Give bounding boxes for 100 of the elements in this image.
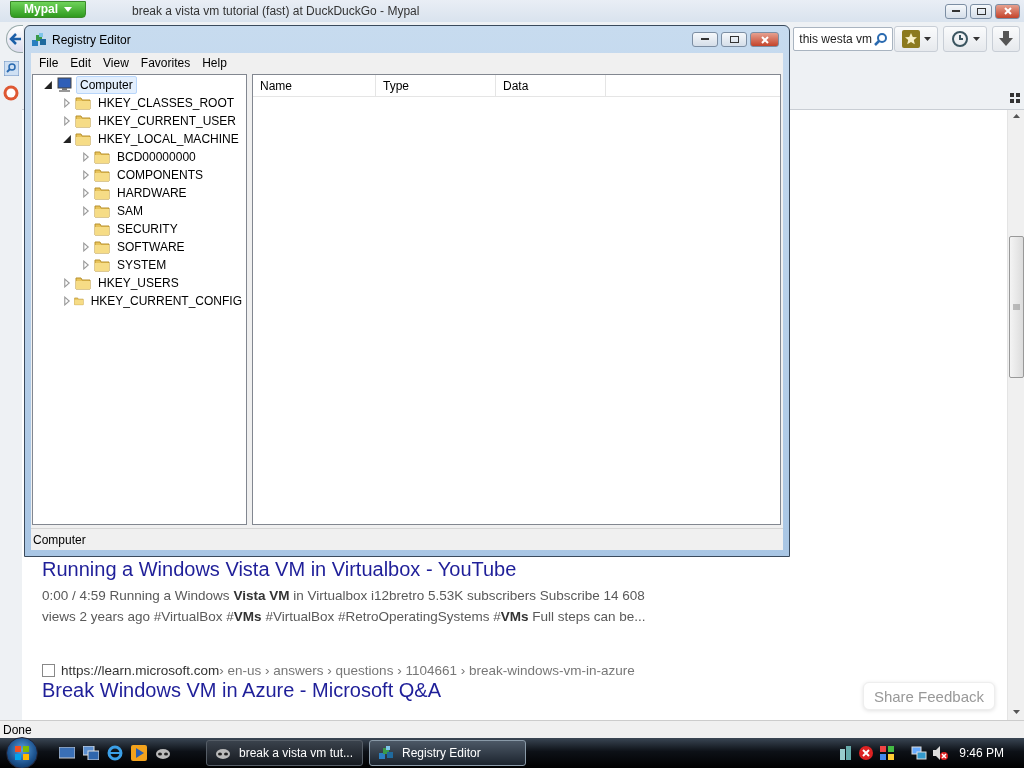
maximize-icon [976,7,986,15]
download-button[interactable] [992,26,1020,52]
taskbar-button[interactable]: break a vista vm tut... [206,740,363,766]
maximize-button[interactable] [721,32,747,47]
window-title: break a vista vm tutorial (fast) at DuckDuckGo - Mypal [132,4,421,18]
folder-icon [75,131,91,147]
minimize-button[interactable] [945,3,967,19]
maximize-icon [729,36,739,43]
tree-item[interactable]: Computer [76,76,137,94]
result-title-link[interactable]: Running a Windows Vista VM in Virtualbox - YouTube [42,557,517,581]
result-url[interactable]: https://learn.microsoft.com [61,663,220,678]
expand-arrow-icon[interactable] [81,242,91,252]
windows-icon[interactable] [82,744,100,762]
result-title-link[interactable]: Break Windows VM in Azure - Microsoft Q&A [42,678,441,702]
expand-arrow-icon[interactable] [62,116,72,126]
folder-icon [94,221,110,237]
caret-icon [64,6,72,12]
result-snippet: 0:00 / 4:59 Running a Windows Vista VM in Virtualbox i12bretro 5.53K subscribers Subscribe 14 608 views 2 years ago #VirtualBox #VMs #VirtualBox #RetroOperatingSystems #VMs Full steps can be... [42,587,647,626]
back-arrow-icon [8,32,22,46]
security-center-icon[interactable] [879,745,896,761]
close-icon [760,35,769,44]
collapse-arrow-icon[interactable] [43,80,53,90]
expand-arrow-icon[interactable] [81,188,91,198]
shield-error-icon[interactable] [858,745,875,761]
folder-icon [94,257,110,273]
menu-item[interactable]: View [97,54,135,71]
tree-item[interactable]: SECURITY [113,220,182,238]
close-button[interactable] [750,32,779,47]
column-header[interactable]: Name [253,75,376,96]
folder-icon [94,185,110,201]
folder-icon [75,275,91,291]
menu-item[interactable]: Favorites [134,54,197,71]
tree-item[interactable]: SOFTWARE [113,238,189,256]
expand-arrow-icon[interactable] [81,152,91,162]
download-arrow-icon [999,31,1013,47]
expand-arrow-icon[interactable] [62,98,72,108]
close-button[interactable] [995,3,1020,19]
desktop-icon[interactable] [58,744,76,762]
folder-icon [75,113,91,129]
grid-icon[interactable] [1010,93,1020,103]
window-title: Registry Editor [52,32,132,47]
start-button[interactable] [6,737,38,768]
monitor-icon [59,746,75,760]
tree-item[interactable]: HARDWARE [113,184,191,202]
expand-arrow-icon[interactable] [81,170,91,180]
windows-logo-icon [14,745,30,761]
play-icon [131,745,147,761]
minimize-button[interactable] [692,32,718,47]
tree-item[interactable]: HKEY_USERS [94,274,183,292]
history-button[interactable] [943,26,987,52]
browser-icon[interactable] [106,744,124,762]
registry-icon [378,745,394,761]
network-computers-icon[interactable] [911,745,928,761]
folder-icon [94,149,110,165]
tree-item[interactable]: HKEY_CURRENT_CONFIG [86,292,246,310]
search-icon[interactable] [3,61,19,76]
media-player-icon[interactable] [130,744,148,762]
search-field[interactable]: this westa vm [793,27,893,51]
caret-icon [923,37,931,41]
minimize-icon [952,9,960,13]
menu-item[interactable]: Edit [64,54,98,71]
speaker-muted-icon[interactable] [932,745,949,761]
expand-arrow-icon[interactable] [62,278,72,288]
maximize-button[interactable] [970,3,992,19]
scroll-down-icon[interactable] [1012,710,1020,714]
expand-arrow-icon[interactable] [81,260,91,270]
grip-icon [1012,303,1020,311]
scrollbar[interactable] [1007,110,1024,720]
computer-icon [56,77,73,93]
expand-arrow-icon[interactable] [62,296,72,306]
clock[interactable]: 9:46 PM [959,746,1004,760]
folder-icon [94,167,110,183]
tree-item[interactable]: HKEY_CURRENT_USER [94,112,241,130]
column-header[interactable]: Data [496,75,606,96]
expand-arrow-icon[interactable] [81,206,91,216]
registry-icon [31,31,47,48]
back-button[interactable] [6,25,23,53]
collapse-arrow-icon[interactable] [62,134,72,144]
tree-item[interactable]: HKEY_CLASSES_ROOT [94,94,239,112]
network-icon[interactable] [839,745,854,761]
globe-e-icon [107,745,123,761]
tree-item[interactable]: HKEY_LOCAL_MACHINE [94,130,243,148]
scrollbar-thumb[interactable] [1008,236,1024,378]
taskbar-button[interactable]: Registry Editor [369,740,526,766]
tree-item[interactable]: SYSTEM [113,256,171,274]
scroll-up-icon[interactable] [1012,114,1020,118]
tree-item[interactable]: SAM [113,202,147,220]
bookmarks-button[interactable] [894,26,938,52]
column-header[interactable]: Type [376,75,496,96]
stacked-windows-icon [83,746,99,760]
tree-item[interactable]: BCD00000000 [113,148,200,166]
tree-item[interactable]: COMPONENTS [113,166,207,184]
favicon-icon [42,664,55,677]
result-path: › en-us › answers › questions › 1104661 › break-windows-vm-in-azure [219,663,635,678]
menu-item[interactable]: File [33,54,65,71]
menu-item[interactable]: Help [196,54,233,71]
folder-icon [94,203,110,219]
status-text: Done [3,722,32,737]
search-icon[interactable] [874,32,888,46]
caret-icon [972,37,980,41]
